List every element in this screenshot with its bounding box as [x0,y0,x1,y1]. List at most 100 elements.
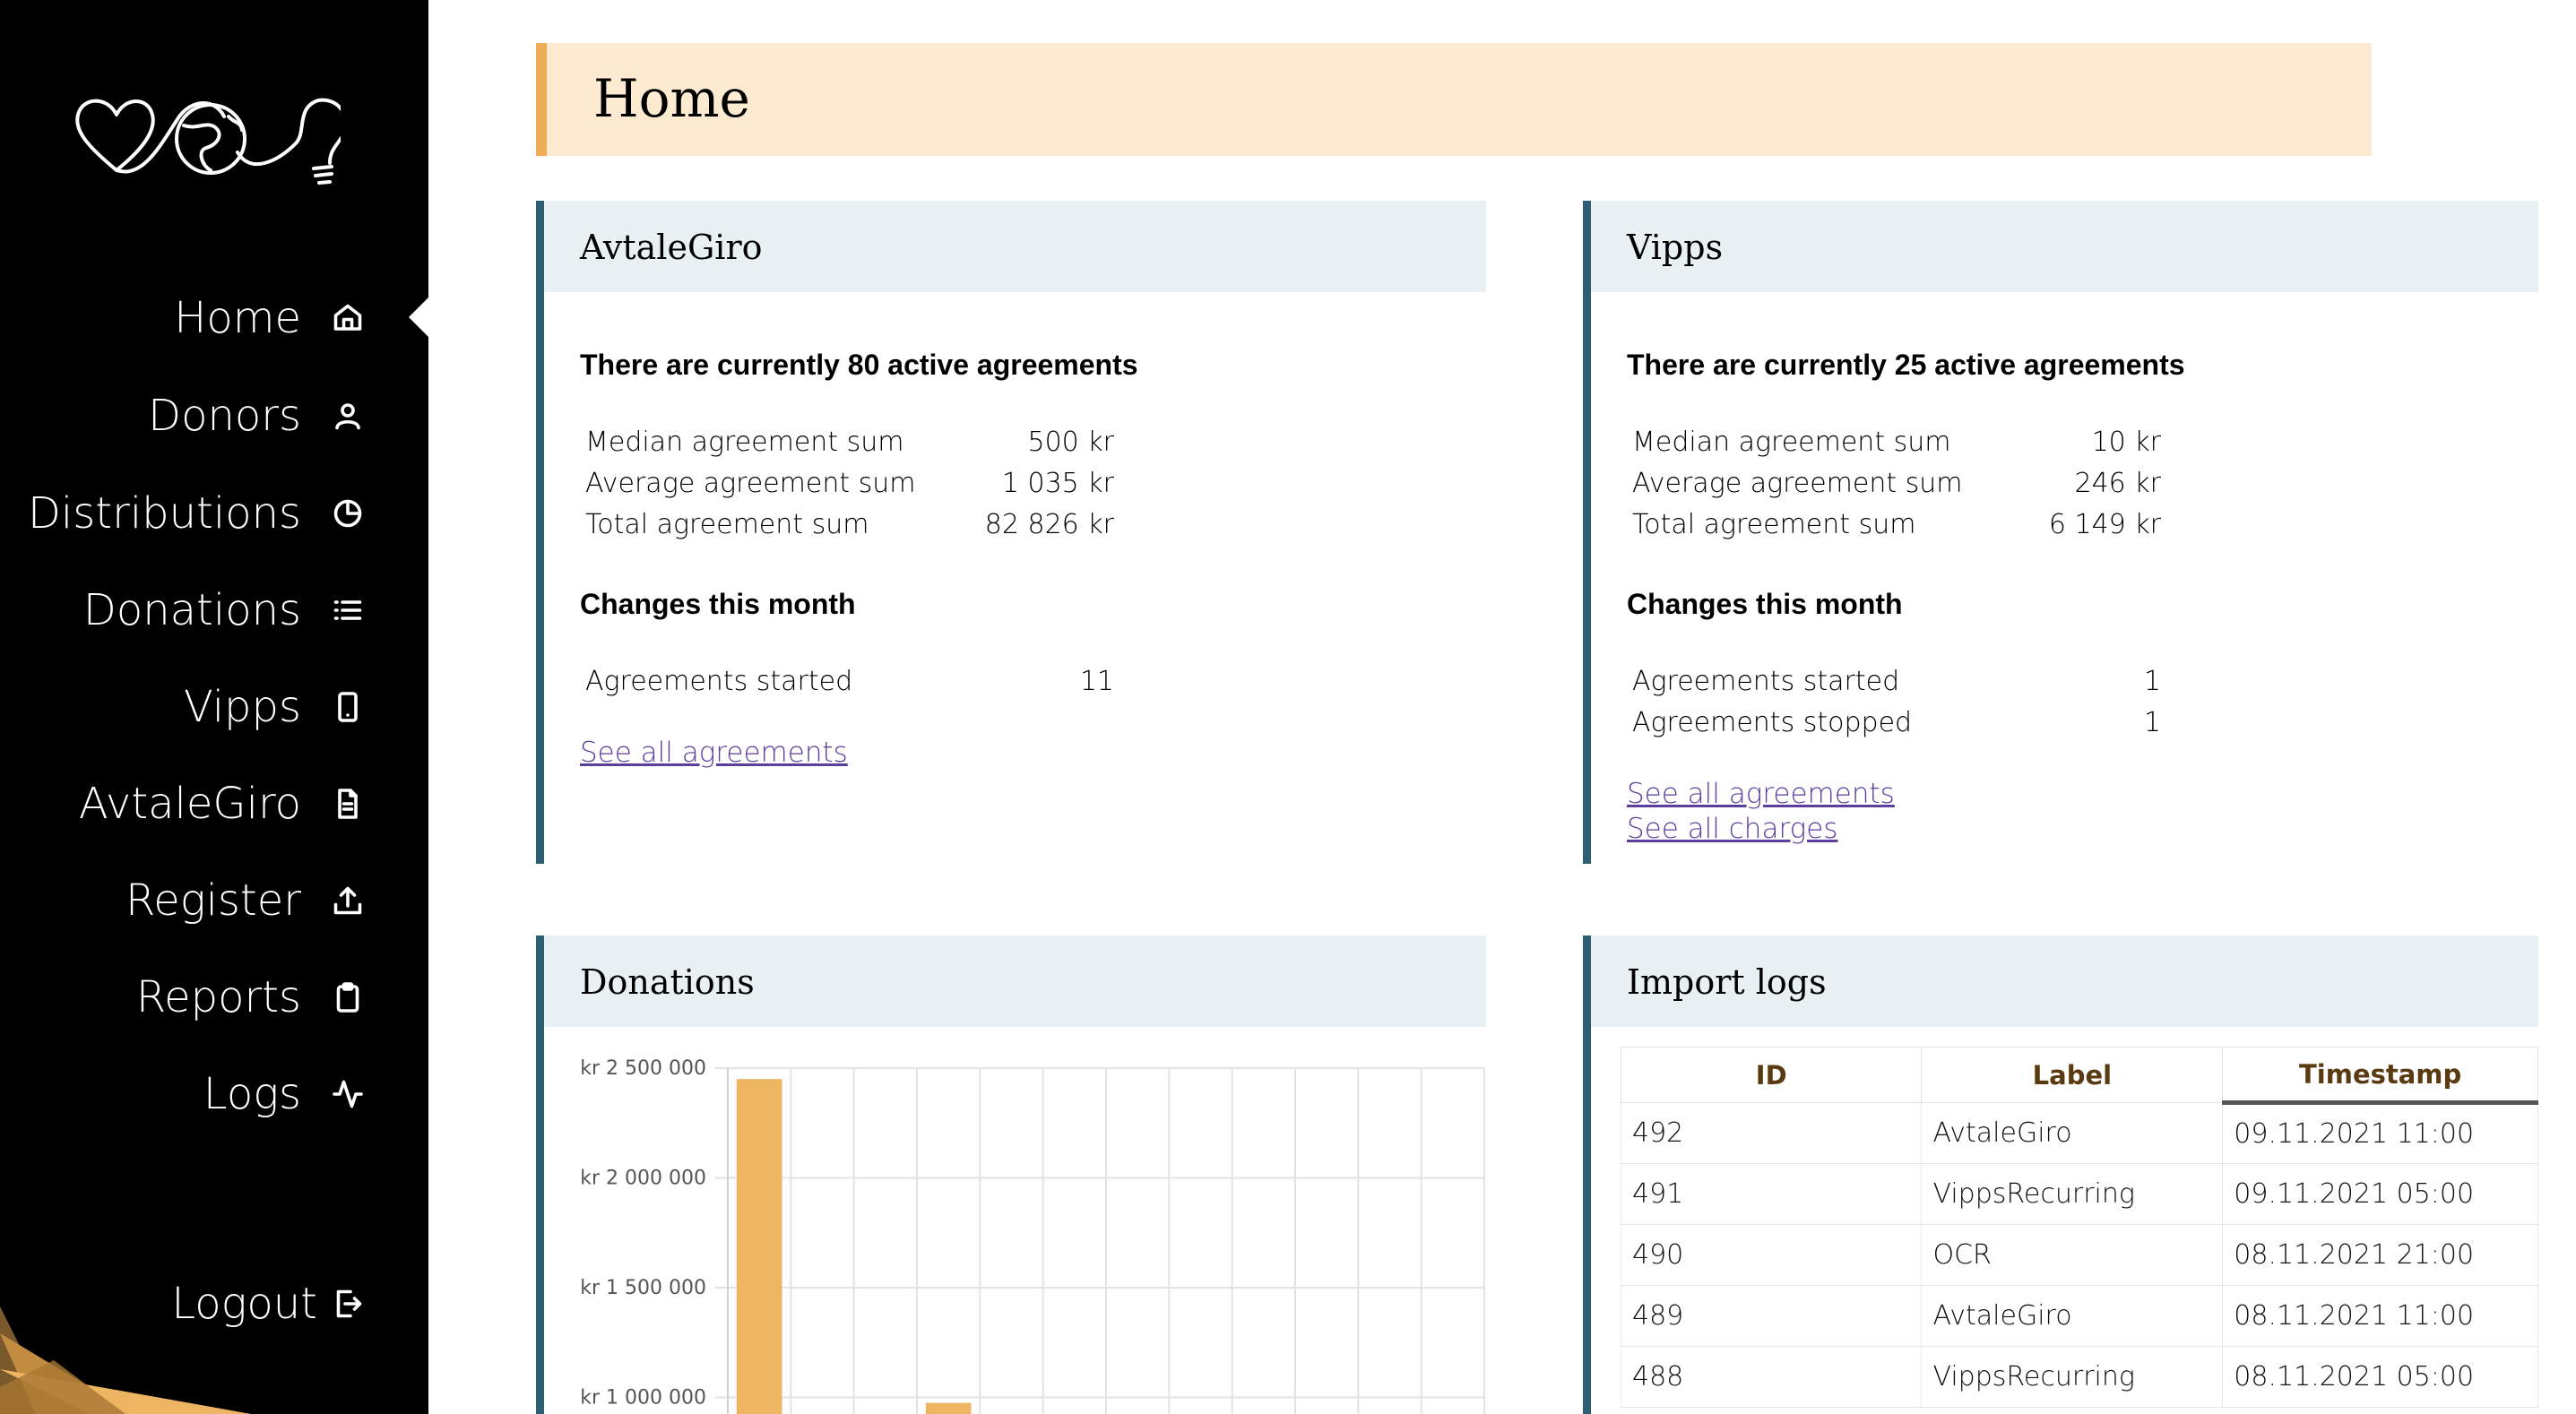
sidebar-item-label: Donors [148,391,301,441]
decorative-corner-shapes [0,1306,251,1414]
sidebar-item-home[interactable]: Home [174,287,366,349]
stat-value: 500 kr [1027,426,1114,458]
donations-card-title: Donations [580,962,755,1002]
page-header: Home [536,43,2372,156]
change-value: 1 [2143,665,2161,697]
sidebar-item-reports[interactable]: Reports [136,966,366,1029]
pie-chart-icon [330,496,366,531]
sidebar-item-vipps[interactable]: Vipps [184,676,366,738]
vipps-see-all-charges-link[interactable]: See all charges [1627,813,1837,845]
avtalegiro-see-all-agreements-link[interactable]: See all agreements [580,737,848,769]
avtalegiro-changes-title: Changes this month [580,588,856,620]
table-header-row: ID Label Timestamp [1620,1047,2538,1105]
cell-label: AvtaleGiro [1921,1285,2224,1347]
vipps-card-title: Vipps [1627,228,1724,267]
import-logs-table: ID Label Timestamp 492 AvtaleGiro 09.11.20… [1620,1047,2538,1408]
stat-row: Median agreement sum 10 kr [1632,421,2161,462]
sidebar-item-donations[interactable]: Donations [83,579,366,642]
import-logs-card-title: Import logs [1627,962,1827,1002]
stat-row: Total agreement sum 6 149 kr [1632,504,2161,545]
column-header-timestamp[interactable]: Timestamp [2222,1047,2538,1105]
cell-id: 491 [1620,1163,1923,1225]
stat-label: Average agreement sum [1632,467,1963,499]
sidebar-item-logs[interactable]: Logs [203,1063,366,1125]
sidebar-item-label: Vipps [183,682,301,732]
column-header-id[interactable]: ID [1620,1047,1923,1103]
avtalegiro-summary: There are currently 80 active agreements [580,349,1138,381]
chart-y-tick-label: kr 2 500 000 [580,1057,706,1080]
table-row[interactable]: 492 AvtaleGiro 09.11.2021 11:00 [1620,1102,2538,1164]
cell-label: VippsRecurring [1921,1346,2224,1408]
stat-label: Total agreement sum [1632,508,1916,540]
avtalegiro-card-title: AvtaleGiro [580,228,763,267]
table-row[interactable]: 491 VippsRecurring 09.11.2021 05:00 [1620,1163,2538,1225]
chart-y-tick-label: kr 1 500 000 [580,1277,706,1299]
donations-chart: kr 2 500 000 kr 2 000 000 kr 1 500 000 kr 1… [580,1057,1485,1414]
cell-id: 490 [1620,1224,1923,1286]
vipps-changes-title: Changes this month [1627,588,1903,620]
change-row: Agreements started 11 [585,660,1114,702]
table-row[interactable]: 489 AvtaleGiro 08.11.2021 11:00 [1620,1285,2538,1347]
avtalegiro-changes: Agreements started 11 [585,660,1114,702]
sidebar-item-register[interactable]: Register [125,869,366,932]
table-row[interactable]: 488 VippsRecurring 08.11.2021 05:00 [1620,1346,2538,1408]
stat-label: Average agreement sum [585,467,916,499]
stat-label: Median agreement sum [585,426,904,458]
cell-label: OCR [1921,1224,2224,1286]
vipps-changes: Agreements started 1 Agreements stopped 1 [1632,660,2161,743]
change-row: Agreements started 1 [1632,660,2161,702]
table-row[interactable]: 490 OCR 08.11.2021 21:00 [1620,1224,2538,1286]
change-label: Agreements stopped [1632,706,1913,738]
user-icon [330,398,366,434]
chart-y-tick-label: kr 2 000 000 [580,1168,706,1190]
clipboard-icon [330,979,366,1015]
page-title: Home [593,68,750,129]
sidebar-item-donors[interactable]: Donors [148,384,366,447]
cell-id: 488 [1620,1346,1923,1408]
stat-row: Average agreement sum 1 035 kr [585,462,1114,504]
stat-value: 6 149 kr [2048,508,2161,540]
vipps-see-all-agreements-link[interactable]: See all agreements [1627,778,1895,810]
sidebar-item-label: Logs [203,1069,301,1119]
sidebar-item-label: Distributions [27,488,301,539]
sidebar-item-label: AvtaleGiro [78,779,301,829]
stat-value: 246 kr [2074,467,2161,499]
cell-id: 489 [1620,1285,1923,1347]
upload-icon [330,883,366,918]
chart-bar[interactable] [736,1079,782,1414]
sidebar-item-label: Reports [135,972,301,1022]
cell-id: 492 [1620,1102,1923,1164]
vipps-card: Vipps There are currently 25 active agre… [1583,201,2538,864]
logo-icon[interactable] [72,90,341,188]
cell-timestamp: 08.11.2021 21:00 [2222,1224,2538,1286]
stat-value: 82 826 kr [984,508,1114,540]
cell-timestamp: 09.11.2021 05:00 [2222,1163,2538,1225]
cell-label: AvtaleGiro [1921,1102,2224,1164]
avtalegiro-stats: Median agreement sum 500 kr Average agree… [585,421,1114,545]
cell-timestamp: 09.11.2021 11:00 [2222,1102,2538,1164]
list-icon [330,592,366,628]
sidebar-item-distributions[interactable]: Distributions [28,482,366,545]
import-logs-card-header: Import logs [1591,935,2538,1027]
stat-value: 10 kr [2091,426,2161,458]
stat-row: Average agreement sum 246 kr [1632,462,2161,504]
vipps-card-header: Vipps [1591,201,2538,292]
change-label: Agreements started [1632,665,1900,697]
chart-y-tick-label: kr 1 000 000 [580,1387,706,1410]
stat-value: 1 035 kr [1001,467,1114,499]
sidebar-item-avtalegiro[interactable]: AvtaleGiro [79,772,366,835]
column-header-label[interactable]: Label [1921,1047,2224,1103]
change-row: Agreements stopped 1 [1632,702,2161,743]
smartphone-icon [330,689,366,725]
stat-label: Median agreement sum [1632,426,1951,458]
file-text-icon [330,786,366,822]
avtalegiro-card: AvtaleGiro There are currently 80 active… [536,201,1486,864]
sidebar-item-label: Register [125,875,301,926]
stat-row: Total agreement sum 82 826 kr [585,504,1114,545]
sidebar-item-label: Home [174,293,301,343]
cell-timestamp: 08.11.2021 11:00 [2222,1285,2538,1347]
change-value: 11 [1079,665,1114,697]
change-value: 1 [2143,706,2161,738]
donations-card-header: Donations [544,935,1486,1027]
chart-bar[interactable] [925,1402,972,1414]
